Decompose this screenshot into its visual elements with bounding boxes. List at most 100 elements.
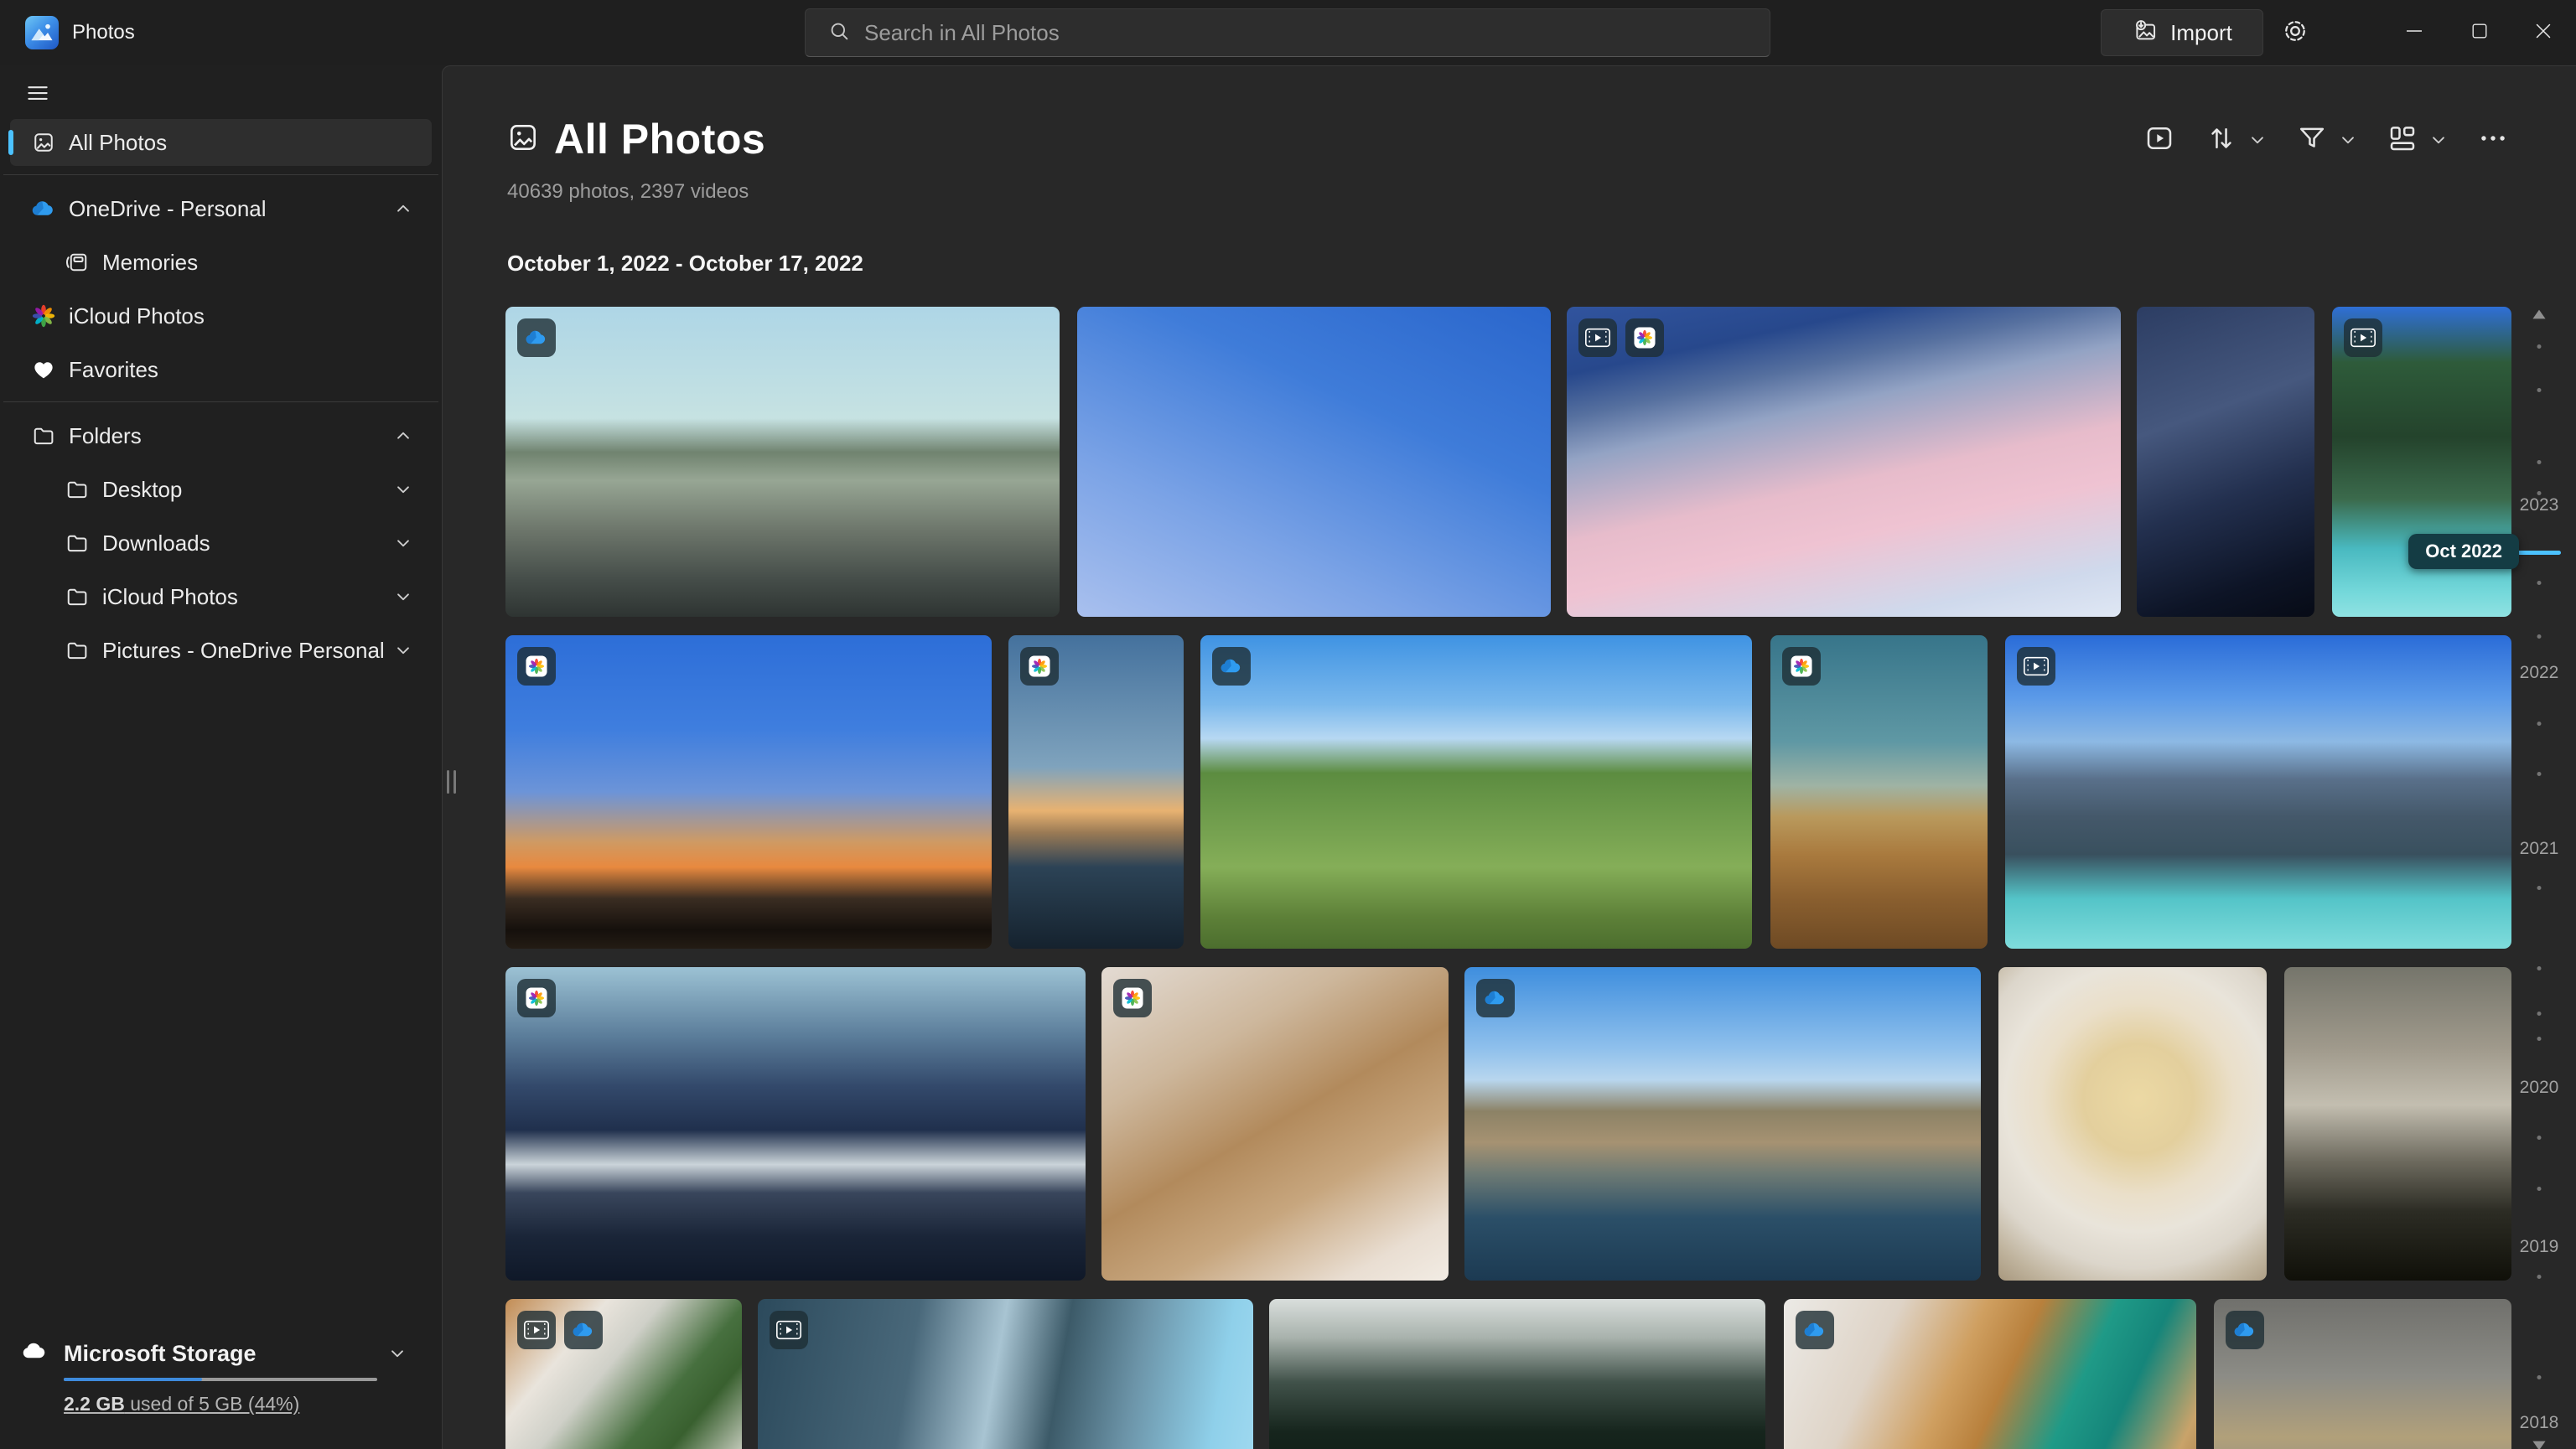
- sidebar-item-memories[interactable]: Memories: [10, 239, 432, 286]
- timeline-arrow-up[interactable]: [2528, 306, 2550, 327]
- maximize-button[interactable]: [2447, 0, 2512, 65]
- sidebar-resize-handle[interactable]: [447, 770, 456, 794]
- onedrive-icon: [30, 195, 57, 222]
- navigation-menu-button[interactable]: [18, 75, 57, 114]
- search-input[interactable]: [864, 20, 1770, 46]
- badge-group: [2344, 318, 2382, 357]
- photo-thumbnail-countryside-hills[interactable]: [1200, 635, 1752, 949]
- sidebar-item-label: iCloud Photos: [69, 303, 205, 329]
- heart-icon: [30, 356, 57, 383]
- timeline-dot: [2537, 772, 2542, 776]
- chevron-up-icon[interactable]: [391, 197, 415, 220]
- close-button[interactable]: [2511, 0, 2576, 65]
- photo-thumbnail-houseplant[interactable]: [505, 1299, 742, 1449]
- video-badge-icon: [1578, 318, 1617, 357]
- sidebar-item-favorites[interactable]: Favorites: [10, 346, 432, 393]
- sidebar-item-all-photos[interactable]: All Photos: [10, 119, 432, 166]
- chevron-up-icon[interactable]: [391, 424, 415, 448]
- onedrive-badge-icon: [1796, 1311, 1834, 1349]
- timeline-year-2023[interactable]: 2023: [2520, 495, 2559, 515]
- timeline-arrow-down[interactable]: [2528, 1437, 2550, 1449]
- photo-thumbnail-runway-wing-shadow[interactable]: [1770, 635, 1988, 949]
- sidebar: All Photos OneDrive - Personal Memories iCl…: [0, 65, 442, 1449]
- sidebar-item-onedrive-personal[interactable]: OneDrive - Personal: [10, 185, 432, 232]
- badge-group: [1113, 979, 1152, 1017]
- onedrive-badge-icon: [564, 1311, 603, 1349]
- icloud-badge-icon: [1782, 647, 1821, 686]
- photo-thumbnail-airplane-wing-clouds[interactable]: [1567, 307, 2121, 617]
- sidebar-divider: [3, 401, 438, 402]
- photo-thumbnail-harbor-dusk-sails[interactable]: [505, 967, 1086, 1281]
- photo-row-2: [443, 635, 2576, 949]
- title-bar: Photos Import: [0, 0, 2576, 65]
- badge-group: [1476, 979, 1515, 1017]
- import-icon: [2132, 18, 2159, 49]
- badge-group: [770, 1311, 808, 1349]
- folder-icon: [30, 422, 57, 449]
- photo-thumbnail-ocean-waves-aerial[interactable]: [1269, 1299, 1765, 1449]
- sidebar-item-label: Favorites: [69, 357, 158, 383]
- storage-usage-link[interactable]: 2.2 GB used of 5 GB (44%): [64, 1393, 299, 1415]
- timeline-year-2020[interactable]: 2020: [2520, 1078, 2559, 1098]
- photo-thumbnail-forest-sunrays[interactable]: [758, 1299, 1253, 1449]
- minimize-button[interactable]: [2382, 0, 2447, 65]
- timeline-dot: [2537, 1275, 2542, 1279]
- onedrive-badge-icon: [1476, 979, 1515, 1017]
- sidebar-item-icloud-photos[interactable]: iCloud Photos: [10, 292, 432, 339]
- sidebar-nav: All Photos OneDrive - Personal Memories iCl…: [0, 119, 442, 681]
- timeline-year-2018[interactable]: 2018: [2520, 1413, 2559, 1433]
- badge-group: [2226, 1311, 2264, 1349]
- badge-group: [2017, 647, 2055, 686]
- photo-thumbnail-vancouver-skyline[interactable]: [505, 307, 1060, 617]
- photo-thumbnail-puppy-window[interactable]: [1101, 967, 1449, 1281]
- photo-thumbnail-forest-creek-bridge[interactable]: [2332, 307, 2511, 617]
- app-title: Photos: [72, 21, 135, 44]
- sidebar-item-label: Desktop: [102, 477, 182, 503]
- photo-thumbnail-storm-clouds[interactable]: [2284, 967, 2511, 1281]
- timeline-scrollbar[interactable]: 2023 2022 2021 2020 2019 2018: [2502, 66, 2576, 1449]
- photo-thumbnail-carnival-swing-ride[interactable]: [1077, 307, 1551, 617]
- photo-thumbnail-shrimp-pasta[interactable]: [1998, 967, 2267, 1281]
- chevron-down-icon[interactable]: [391, 639, 415, 662]
- sidebar-item-label: iCloud Photos: [102, 584, 238, 610]
- badge-group: [1020, 647, 1059, 686]
- import-button[interactable]: Import: [2101, 9, 2263, 56]
- photo-thumbnail-lake-cliffs[interactable]: [1464, 967, 1981, 1281]
- storage-section[interactable]: Microsoft Storage 2.2 GB used of 5 GB (4…: [0, 1322, 442, 1449]
- storage-title: Microsoft Storage: [64, 1341, 257, 1367]
- icloud-badge-icon: [1113, 979, 1152, 1017]
- search-box[interactable]: [805, 8, 1770, 57]
- timeline-dot: [2537, 1012, 2542, 1016]
- sidebar-item-pictures-onedrive-personal[interactable]: Pictures - OneDrive Personal: [10, 627, 432, 674]
- chevron-down-icon[interactable]: [391, 585, 415, 608]
- sidebar-item-downloads[interactable]: Downloads: [10, 520, 432, 567]
- timeline-year-2019[interactable]: 2019: [2520, 1237, 2559, 1257]
- icloud-badge-icon: [1625, 318, 1664, 357]
- chevron-down-icon[interactable]: [391, 531, 415, 555]
- chevron-down-icon[interactable]: [391, 478, 415, 501]
- sidebar-item-label: All Photos: [69, 130, 167, 156]
- badge-group: [517, 1311, 603, 1349]
- app-brand: Photos: [25, 16, 135, 49]
- photo-thumbnail-night-sky-stars[interactable]: [2137, 307, 2314, 617]
- timeline-year-2021[interactable]: 2021: [2520, 839, 2559, 859]
- photo-thumbnail-coffee-and-pizza[interactable]: [1784, 1299, 2196, 1449]
- sidebar-item-icloud-photos-folder[interactable]: iCloud Photos: [10, 573, 432, 620]
- photos-app-icon: [25, 16, 59, 49]
- badge-group: [1578, 318, 1664, 357]
- search-icon: [827, 19, 851, 47]
- photo-thumbnail-mountain-lake[interactable]: [2005, 635, 2511, 949]
- photo-row-3: [443, 967, 2576, 1281]
- settings-button[interactable]: [2274, 12, 2316, 54]
- sidebar-item-desktop[interactable]: Desktop: [10, 466, 432, 513]
- photo-thumbnail-city-sunset-river[interactable]: [1008, 635, 1184, 949]
- timeline-year-2022[interactable]: 2022: [2520, 663, 2559, 683]
- sidebar-item-label: OneDrive - Personal: [69, 196, 267, 222]
- timeline-position-indicator[interactable]: [2517, 551, 2561, 555]
- photo-thumbnail-dog-autumn-leaves[interactable]: [2214, 1299, 2511, 1449]
- sidebar-item-folders[interactable]: Folders: [10, 412, 432, 459]
- badge-group: [517, 979, 556, 1017]
- badge-group: [517, 647, 556, 686]
- chevron-down-icon[interactable]: [386, 1343, 408, 1369]
- photo-thumbnail-sunset-street-trees[interactable]: [505, 635, 992, 949]
